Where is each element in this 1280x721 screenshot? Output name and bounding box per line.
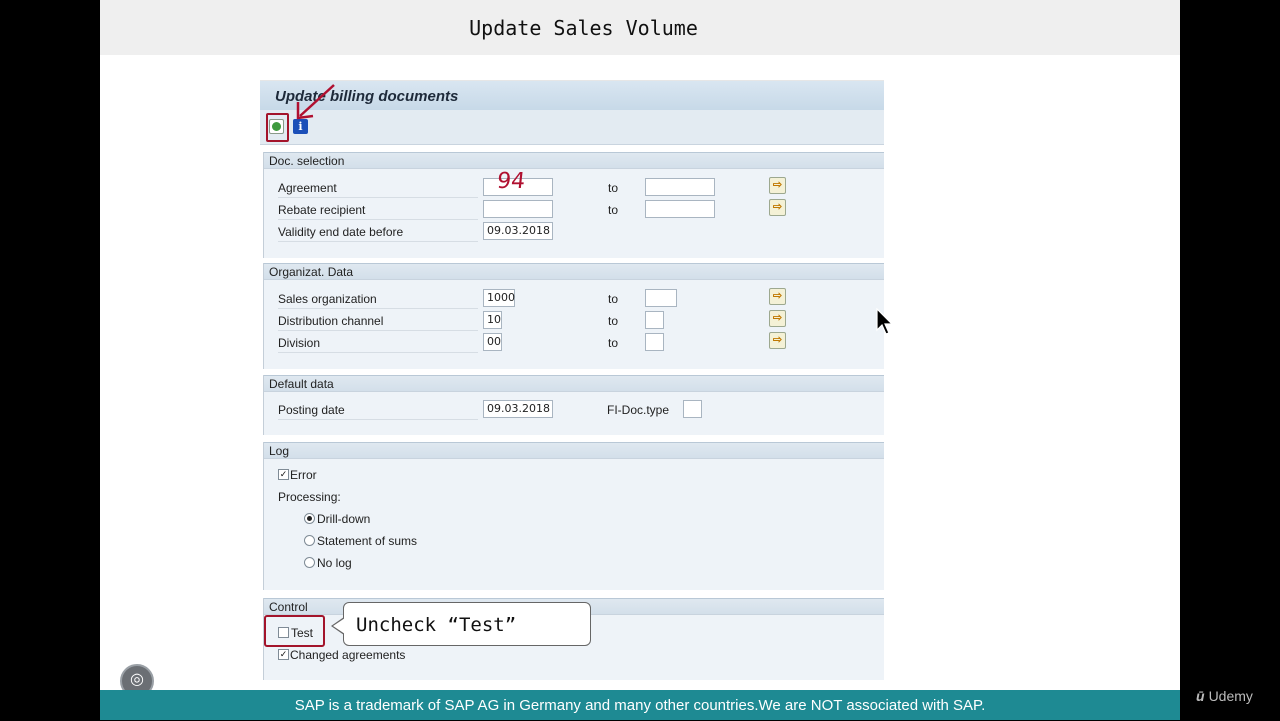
changed-agreements-checkbox[interactable]: ✓ [278,649,289,660]
row-distribution-channel: Distribution channel 10 to ⇨ [264,310,885,331]
mouse-cursor-icon [876,308,894,335]
to-label: to [608,314,619,328]
test-highlight-box [264,615,325,647]
fi-doc-type-input[interactable] [683,400,702,418]
multiple-selection-icon[interactable]: ⇨ [769,288,786,305]
to-label: to [608,203,619,217]
slide-title: Update Sales Volume [469,16,698,40]
row-validity-date: Validity end date before 09.03.2018 [264,222,885,242]
sap-title-bar: Update billing documents [260,80,884,110]
group-header: Log [264,442,884,459]
agreement-label: Agreement [278,181,478,198]
sap-toolbar: i [260,110,884,145]
multiple-selection-icon[interactable]: ⇨ [769,199,786,216]
validity-date-input[interactable]: 09.03.2018 [483,222,553,240]
sap-screen: Update billing documents i Doc. selectio… [248,70,884,690]
callout: Uncheck “Test” [331,602,591,646]
group-org-data: Organizat. Data Sales organization 1000 … [263,263,884,369]
callout-text: Uncheck “Test” [356,614,517,636]
to-label: to [608,181,619,195]
red-arrow-icon [296,84,335,120]
division-from-input[interactable]: 00 [483,333,502,351]
distribution-channel-to-input[interactable] [645,311,664,329]
row-sales-org: Sales organization 1000 to ⇨ [264,288,885,309]
to-label: to [608,292,619,306]
to-label: to [608,336,619,350]
drill-down-radio[interactable] [304,513,315,524]
statement-of-sums-label: Statement of sums [317,534,418,548]
posting-date-label: Posting date [278,403,478,420]
udemy-logo: ū Udemy [1196,688,1253,704]
row-posting-date: Posting date 09.03.2018 FI-Doc.type [264,400,885,420]
callout-tail [331,617,345,635]
multiple-selection-icon[interactable]: ⇨ [769,310,786,327]
rebate-recipient-from-input[interactable] [483,200,553,218]
error-label: Error [290,468,317,482]
multiple-selection-icon[interactable]: ⇨ [769,177,786,194]
udemy-mark-icon: ū [1196,688,1205,704]
changed-agreements-label: Changed agreements [290,648,406,662]
slide-title-bar: Update Sales Volume [100,0,1180,55]
no-log-label: No log [317,556,352,570]
fi-doc-type-label: FI-Doc.type [607,403,670,417]
group-header: Organizat. Data [264,263,884,280]
posting-date-input[interactable]: 09.03.2018 [483,400,553,418]
execute-highlight-box [266,113,289,142]
udemy-name: Udemy [1208,688,1253,704]
row-agreement: Agreement to ⇨ [264,177,885,198]
statement-of-sums-radio[interactable] [304,535,315,546]
group-header: Doc. selection [264,152,884,169]
row-rebate-recipient: Rebate recipient to ⇨ [264,199,885,220]
footer-disclaimer: SAP is a trademark of SAP AG in Germany … [100,690,1180,720]
handwritten-annotation: 94 [495,169,527,194]
sales-org-to-input[interactable] [645,289,677,307]
multiple-selection-icon[interactable]: ⇨ [769,332,786,349]
group-doc-selection: Doc. selection Agreement to ⇨ Rebate rec… [263,152,884,258]
rebate-recipient-label: Rebate recipient [278,203,478,220]
rebate-recipient-to-input[interactable] [645,200,715,218]
group-log: Log ✓ Error Processing: Drill-down State… [263,442,884,590]
row-division: Division 00 to ⇨ [264,332,885,353]
drill-down-label: Drill-down [317,512,371,526]
no-log-radio[interactable] [304,557,315,568]
distribution-channel-from-input[interactable]: 10 [483,311,502,329]
group-default-data: Default data Posting date 09.03.2018 FI-… [263,375,884,435]
validity-date-label: Validity end date before [278,225,478,242]
distribution-channel-label: Distribution channel [278,314,478,331]
division-label: Division [278,336,478,353]
processing-label: Processing: [278,490,341,504]
division-to-input[interactable] [645,333,664,351]
sales-org-from-input[interactable]: 1000 [483,289,515,307]
sales-org-label: Sales organization [278,292,478,309]
group-header: Default data [264,375,884,392]
error-checkbox[interactable]: ✓ [278,469,289,480]
agreement-to-input[interactable] [645,178,715,196]
slide: Update Sales Volume Update billing docum… [100,0,1180,720]
